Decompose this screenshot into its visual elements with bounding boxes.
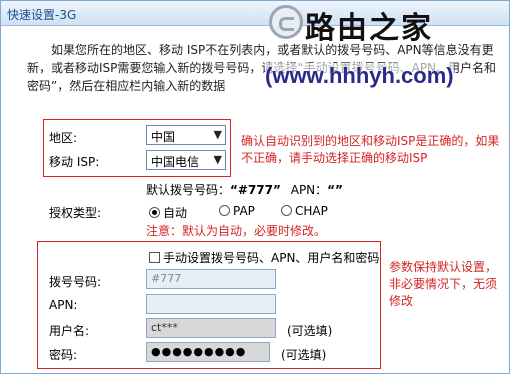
region-value: 中国 [151,130,176,144]
auth-label: 授权类型: [49,206,102,220]
watermark-url: (www.hhhyh.com) [265,63,454,89]
auth-option-label: PAP [233,204,255,218]
watermark-logo-icon [269,5,303,39]
chevron-down-icon: ▼ [213,153,222,166]
keep-default-note: 参数保持默认设置，非必要情况下，无须修改 [389,260,498,308]
apn-input[interactable] [146,294,276,314]
default-apn-label: APN： [290,183,328,197]
chevron-down-icon: ▼ [213,128,222,141]
default-dial-number: “#777” [230,183,281,197]
dial-number-label: 拨号号码: [49,275,102,289]
radio-selected-icon[interactable] [149,207,160,218]
password-optional-hint: (可选填) [281,348,327,362]
default-apn-value: “” [327,183,343,197]
default-dial-info: 默认拨号号码：“#777” APN：“” [146,181,343,198]
username-input[interactable]: ct*** [146,318,276,338]
auth-option-chap[interactable]: CHAP [281,204,328,218]
auth-option-auto[interactable]: 自动 [149,204,187,221]
confirm-note: 确认自动识别到的地区和移动ISP是正确的，如果不正确，请手动选择正确的移动ISP [241,134,500,165]
watermark-brand: 路由之家 [305,11,433,46]
manual-setup-checkbox-row[interactable]: 手动设置拨号号码、APN、用户名和密码 [149,249,379,266]
default-dial-label: 默认拨号号码： [146,183,231,197]
region-select[interactable]: 中国 ▼ [146,125,226,145]
radio-icon[interactable] [281,205,292,216]
password-input[interactable]: ●●●●●●●●● [146,342,270,362]
username-optional-hint: (可选填) [287,324,333,338]
dial-number-input[interactable]: #777 [146,269,276,289]
auth-note: 注意：默认为自动，必要时修改。 [146,224,327,238]
auth-option-pap[interactable]: PAP [219,204,255,218]
window-title: 快速设置-3G [7,8,77,22]
isp-label: 移动 ISP: [49,155,100,169]
isp-value: 中国电信 [151,155,200,169]
region-label: 地区: [49,131,78,145]
auth-option-label: 自动 [163,206,188,220]
auth-option-label: CHAP [295,204,328,218]
username-label: 用户名: [49,324,90,338]
radio-icon[interactable] [219,205,230,216]
isp-select[interactable]: 中国电信 ▼ [146,150,226,170]
password-label: 密码: [49,348,78,362]
apn-label: APN: [49,298,78,312]
checkbox-icon[interactable] [149,252,160,263]
quick-setup-panel: 快速设置-3G 如果您所在的地区、移动 ISP不在列表内，或者默认的拨号号码、A… [0,0,510,374]
manual-setup-checkbox-label: 手动设置拨号号码、APN、用户名和密码 [163,251,380,265]
